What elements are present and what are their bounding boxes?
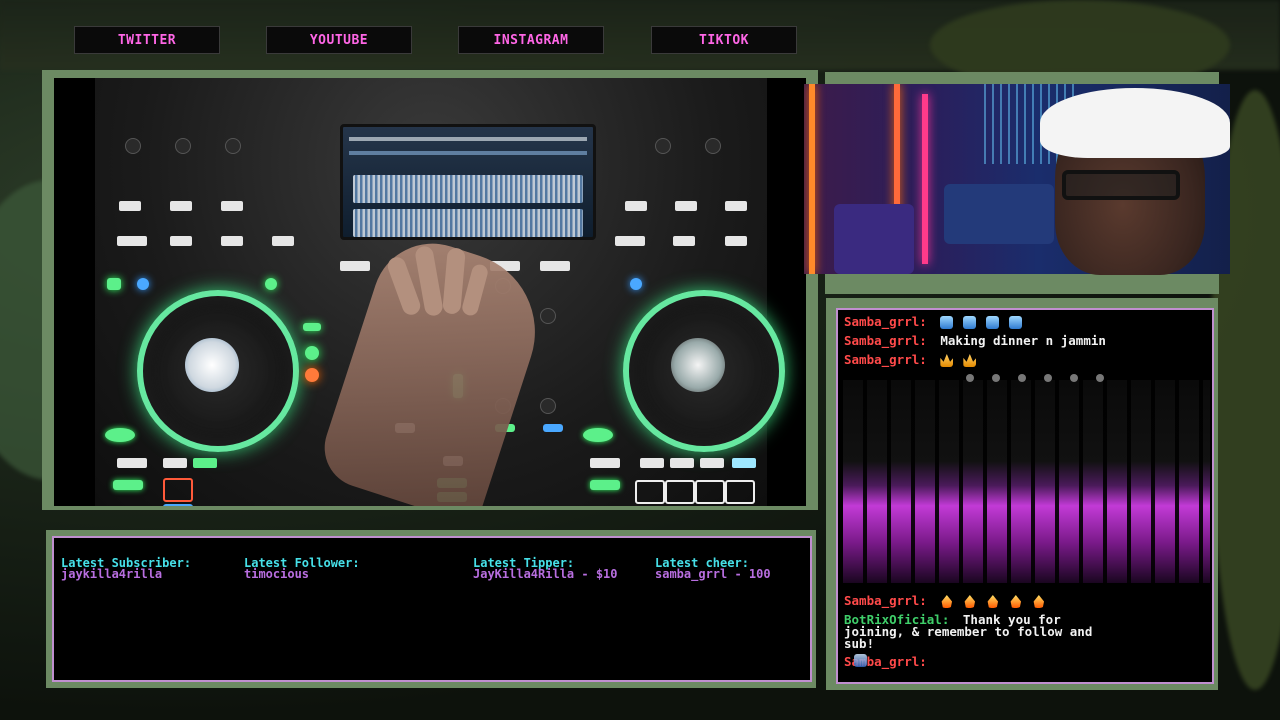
chat-text: joining, & remember to follow and [844, 624, 1093, 639]
chat-text: sub! [844, 636, 875, 651]
crown-emote-icon [963, 354, 977, 367]
chat-message: Samba_grrl: [844, 654, 933, 669]
blue-emote-icon [963, 316, 977, 329]
waveform-top [353, 175, 583, 203]
left-jog-wheel [137, 290, 299, 452]
audio-visualizer [843, 380, 1210, 583]
wave-emote-icon [854, 654, 867, 667]
crown-emote-icon [940, 354, 954, 367]
chat-message: Samba_grrl: Making dinner n jammin [844, 333, 1106, 348]
main-camera-feed [54, 78, 806, 506]
latest-tipper-value: JayKilla4Rilla - $10 [473, 567, 618, 581]
youtube-button[interactable]: YOUTUBE [266, 26, 412, 54]
fire-emote-icon [941, 595, 953, 608]
blue-emote-icon [940, 316, 954, 329]
main-camera-frame [42, 70, 818, 510]
chat-username: Samba_grrl: [844, 314, 927, 329]
instagram-button[interactable]: INSTAGRAM [458, 26, 604, 54]
fire-emote-icon [1033, 595, 1045, 608]
chat-message-continued: joining, & remember to follow and [844, 624, 1092, 639]
waveform-bottom [353, 209, 583, 237]
chat-message: Samba_grrl: [844, 352, 986, 367]
controller-screen [340, 124, 596, 240]
fire-emote-icon [964, 595, 976, 608]
streamer-glasses [1062, 170, 1180, 200]
twitter-button[interactable]: TWITTER [74, 26, 220, 54]
latest-follower-value: timocious [244, 567, 310, 581]
chat-username: Samba_grrl: [844, 352, 927, 367]
fire-emote-icon [1010, 595, 1022, 608]
right-jog-wheel [623, 290, 785, 452]
blue-emote-icon [1009, 316, 1023, 329]
chat-username: Samba_grrl: [844, 593, 927, 608]
latest-subscriber-value: jaykilla4rilla [61, 567, 163, 581]
tiktok-button[interactable]: TIKTOK [651, 26, 797, 54]
chat-message: Samba_grrl: [844, 593, 1055, 608]
dj-controller [95, 78, 785, 506]
streamer-cap [1040, 88, 1230, 158]
chat-username: Samba_grrl: [844, 333, 927, 348]
blue-emote-icon [986, 316, 1000, 329]
fire-emote-icon [987, 595, 999, 608]
chat-text: Making dinner n jammin [940, 333, 1106, 348]
chat-message: Samba_grrl: [844, 314, 1032, 329]
latest-cheer-value: samba_grrl - 100 [655, 567, 771, 581]
chat-message-continued: sub! [844, 636, 874, 651]
